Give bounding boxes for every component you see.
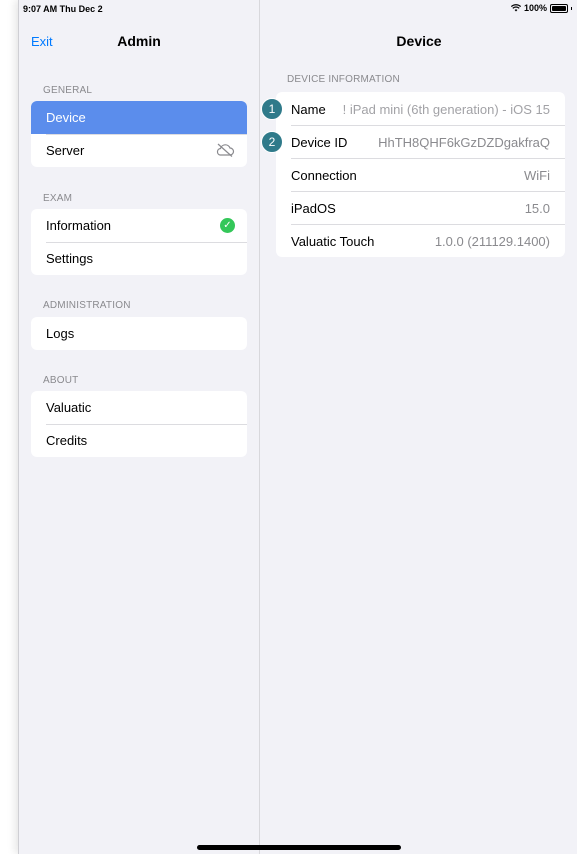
sidebar-item-valuatic[interactable]: Valuatic [31, 391, 247, 424]
section-header-about: ABOUT [43, 375, 79, 386]
sidebar-item-device[interactable]: Device [31, 101, 247, 134]
detail-title: Device [396, 33, 442, 49]
sidebar-item-label: Device [46, 110, 86, 125]
section-header-exam: EXAM [43, 193, 73, 204]
sidebar-item-logs[interactable]: Logs [31, 317, 247, 350]
device-info-group: 1 Name ! iPad mini (6th generation) - iO… [261, 92, 565, 257]
sidebar-item-label: Credits [46, 433, 88, 448]
sidebar-item-settings[interactable]: Settings [31, 242, 247, 275]
sidebar-item-credits[interactable]: Credits [31, 424, 247, 457]
sidebar-item-label: Valuatic [46, 400, 92, 415]
device-row-label: Valuatic Touch [291, 234, 375, 249]
sidebar-item-label: Information [46, 218, 112, 233]
device-row-connection: Connection WiFi [276, 158, 565, 191]
group-exam: Information ✓ Settings [31, 209, 247, 275]
sidebar-item-label: Server [46, 143, 85, 158]
section-header-device-information: DEVICE INFORMATION [287, 74, 400, 85]
number-badge: 2 [261, 131, 283, 153]
ipad-screen: 9:07 AM Thu Dec 2 100% Exit Admin GENERA… [18, 0, 577, 854]
number-badge: 1 [261, 98, 283, 120]
device-row-value: HhTH8QHF6kGzDZDgakfraQ [378, 135, 550, 150]
sidebar-item-server[interactable]: Server [31, 134, 247, 167]
device-row-value: ! iPad mini (6th generation) - iOS 15 [342, 102, 550, 117]
sidebar-navbar: Exit Admin [19, 30, 259, 54]
device-row-value: WiFi [524, 168, 550, 183]
detail-pane: Device DEVICE INFORMATION 1 Name ! iPad … [260, 0, 577, 854]
device-row-label: Device ID [291, 135, 348, 150]
group-about: Valuatic Credits [31, 391, 247, 457]
device-row-value: 1.0.0 (211129.1400) [434, 234, 550, 249]
group-administration: Logs [31, 317, 247, 350]
section-header-general: GENERAL [43, 85, 93, 96]
home-indicator[interactable] [197, 845, 401, 850]
device-row-label: iPadOS [291, 201, 336, 216]
group-general: Device Server [31, 101, 247, 167]
device-row-ipados: iPadOS 15.0 [276, 191, 565, 224]
sidebar-item-label: Settings [46, 251, 93, 266]
device-row-value: 15.0 [524, 201, 550, 216]
sidebar-item-label: Logs [46, 326, 75, 341]
section-header-administration: ADMINISTRATION [43, 300, 131, 311]
device-row-label: Connection [291, 168, 357, 183]
device-row-name[interactable]: 1 Name ! iPad mini (6th generation) - iO… [261, 92, 565, 125]
device-row-valuatic-touch: Valuatic Touch 1.0.0 (211129.1400) [276, 224, 565, 257]
checkmark-circle-icon: ✓ [220, 218, 235, 233]
exit-button[interactable]: Exit [31, 34, 53, 49]
device-row-device-id[interactable]: 2 Device ID HhTH8QHF6kGzDZDgakfraQ [261, 125, 565, 158]
detail-navbar: Device [260, 30, 577, 54]
device-row-label: Name [291, 102, 326, 117]
cloud-offline-icon [215, 143, 235, 160]
sidebar-title: Admin [117, 33, 161, 49]
sidebar: Exit Admin GENERAL Device Server EXAM In… [19, 0, 259, 854]
sidebar-item-information[interactable]: Information ✓ [31, 209, 247, 242]
